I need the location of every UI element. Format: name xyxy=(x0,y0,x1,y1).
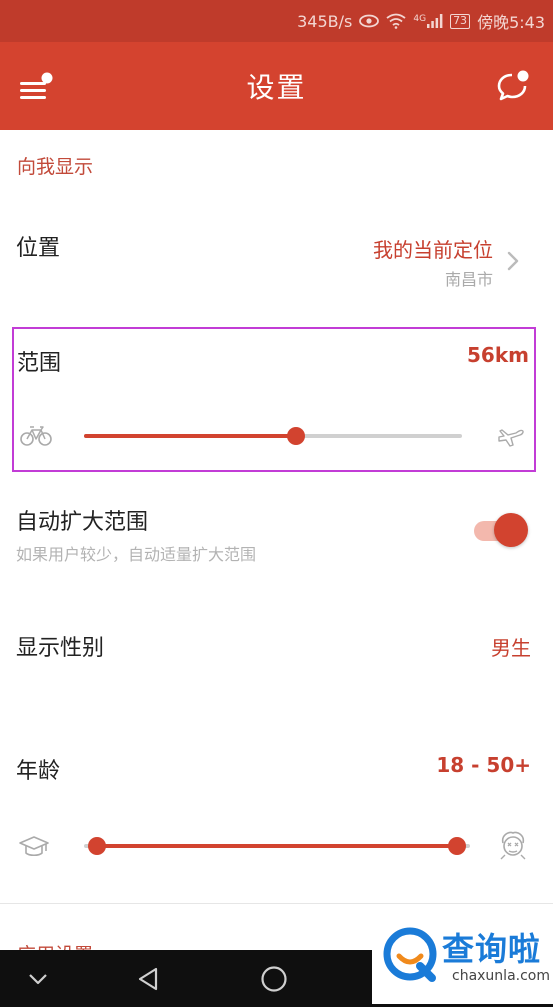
home-icon xyxy=(261,965,287,992)
age-slider-max-thumb[interactable] xyxy=(448,837,466,855)
back-icon xyxy=(138,967,158,990)
watermark-logo-icon xyxy=(383,927,437,982)
nav-collapse-button[interactable] xyxy=(18,950,58,1007)
clock: 傍晚5:43 xyxy=(477,13,545,32)
page-title: 设置 xyxy=(246,71,307,104)
range-slider[interactable] xyxy=(84,421,464,451)
auto-expand-row: 自动扩大范围 如果用户较少，自动适量扩大范围 xyxy=(0,490,553,580)
toggle-knob xyxy=(494,513,528,547)
location-row[interactable]: 位置 我的当前定位 南昌市 xyxy=(0,210,553,300)
nav-back-button[interactable] xyxy=(128,950,168,1007)
watermark-text-cn: 查询啦 xyxy=(442,930,542,968)
section-divider xyxy=(0,903,553,904)
age-slider[interactable] xyxy=(84,831,472,861)
watermark: 查询啦 chaxunla.com xyxy=(372,918,553,1004)
graduation-cap-icon xyxy=(19,836,49,857)
range-slider-fill xyxy=(84,434,296,438)
location-value: 我的当前定位 xyxy=(373,238,493,262)
elder-face-icon xyxy=(500,831,526,860)
battery-indicator: 73 xyxy=(450,13,471,29)
app-bar: 设置 xyxy=(0,42,553,130)
status-bar: 345B/s 4G 73 傍晚5:43 xyxy=(0,0,553,42)
wifi-icon xyxy=(386,13,406,29)
section-header-show-me: 向我显示 xyxy=(17,156,94,178)
location-city: 南昌市 xyxy=(444,270,493,289)
age-value: 18 - 50+ xyxy=(436,753,531,777)
gender-row[interactable]: 显示性别 男生 xyxy=(0,612,553,678)
range-section: 范围 56km xyxy=(12,327,536,472)
range-label: 范围 xyxy=(17,351,62,376)
gender-label: 显示性别 xyxy=(16,636,105,661)
auto-expand-label: 自动扩大范围 xyxy=(16,510,149,535)
auto-expand-description: 如果用户较少，自动适量扩大范围 xyxy=(16,545,257,564)
network-speed: 345B/s xyxy=(297,11,353,31)
age-slider-fill xyxy=(97,844,457,848)
network-type: 4G xyxy=(413,14,427,24)
watermark-text-en: chaxunla.com xyxy=(452,968,550,984)
location-label: 位置 xyxy=(16,236,61,261)
age-label: 年龄 xyxy=(16,759,61,784)
signal-icon: 4G xyxy=(413,14,443,28)
eye-icon xyxy=(359,14,380,28)
chevron-right-icon xyxy=(507,251,519,271)
chat-bubble-icon xyxy=(497,70,529,101)
chat-button[interactable] xyxy=(495,68,531,104)
range-value: 56km xyxy=(467,343,529,367)
auto-expand-toggle[interactable] xyxy=(474,513,528,549)
nav-home-button[interactable] xyxy=(254,950,294,1007)
age-slider-min-thumb[interactable] xyxy=(88,837,106,855)
gender-value: 男生 xyxy=(491,636,531,660)
range-slider-thumb[interactable] xyxy=(286,427,305,445)
airplane-icon xyxy=(498,429,524,447)
collapse-icon xyxy=(29,973,47,984)
bicycle-icon xyxy=(20,426,52,446)
